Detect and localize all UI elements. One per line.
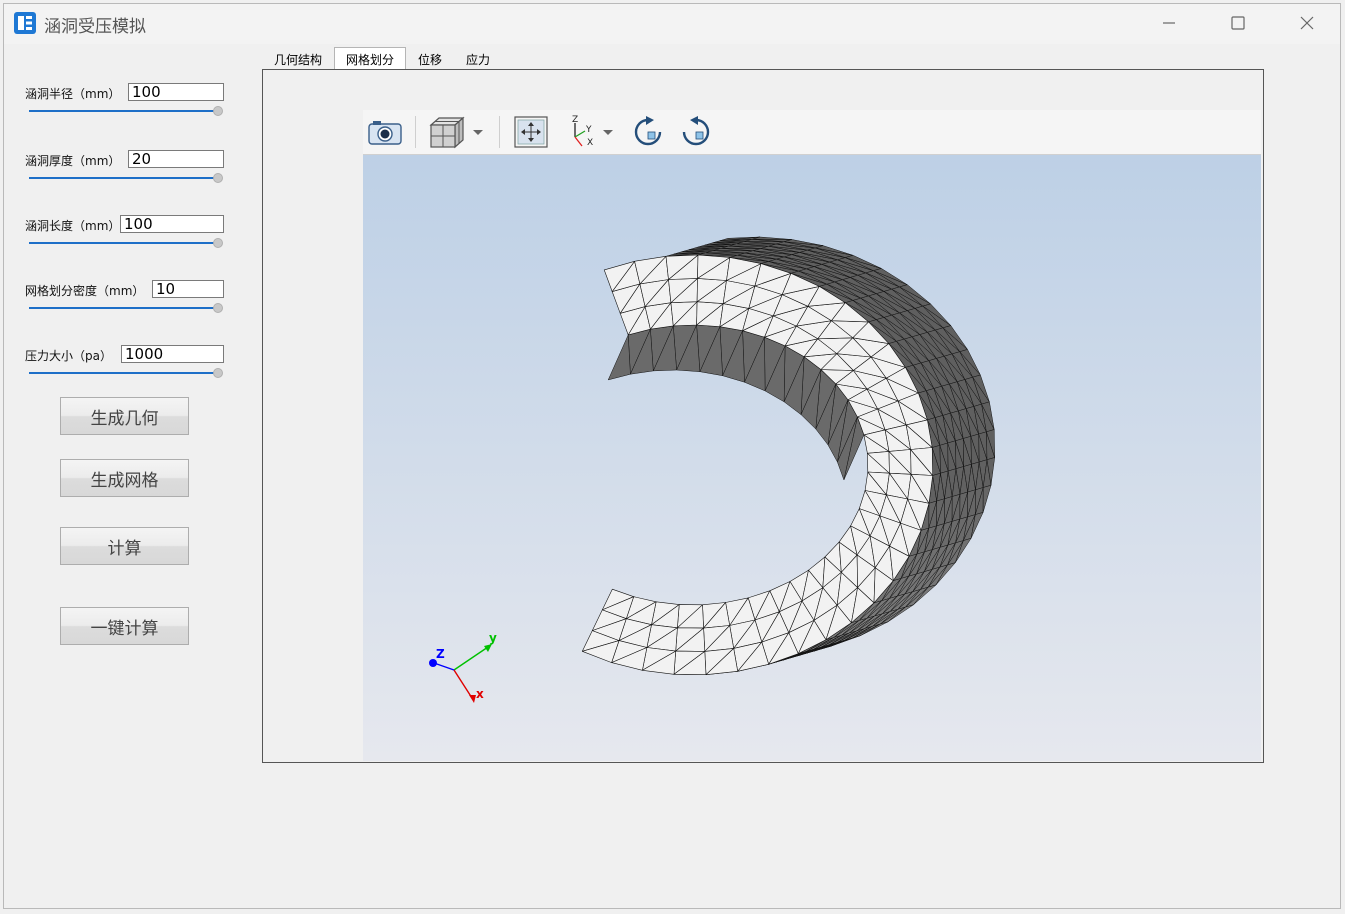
dropdown-arrow-icon[interactable] [471,127,485,137]
maximize-icon [1231,16,1245,30]
app-window: 涵洞受压模拟 涵洞半径（mm） 涵洞厚度（mm） 涵洞长度（mm） 网格划分密度… [3,3,1341,909]
dropdown-arrow-icon[interactable] [601,127,615,137]
tab-stress[interactable]: 应力 [456,49,500,70]
rotate-cw-button[interactable] [631,116,665,148]
thickness-slider[interactable] [29,173,224,183]
maximize-button[interactable] [1204,4,1272,42]
axes-orientation-icon: Z Y X [572,115,593,148]
mesh-density-input[interactable] [152,280,224,298]
generate-mesh-button[interactable]: 生成网格 [60,459,189,497]
screenshot-button[interactable] [367,116,403,148]
radius-slider[interactable] [29,106,224,116]
length-label: 涵洞长度（mm） [25,219,121,233]
close-icon [1300,16,1314,30]
app-icon [14,12,36,34]
axes-x-letter: X [587,138,593,148]
tab-displacement[interactable]: 位移 [408,49,452,70]
fit-view-icon [514,116,548,148]
one-click-compute-button[interactable]: 一键计算 [60,607,189,645]
minimize-button[interactable] [1135,4,1203,42]
close-button[interactable] [1273,4,1341,42]
axes-view-button[interactable]: Z Y X [565,115,615,148]
view-panel: Z Y X Z y x [262,69,1264,763]
title-bar[interactable]: 涵洞受压模拟 [4,4,1340,44]
tab-geometry[interactable]: 几何结构 [264,49,332,70]
triad-y-label: y [489,631,497,645]
pressure-label: 压力大小（pa） [25,349,112,363]
pressure-input[interactable] [121,345,224,363]
axes-y-letter: Y [585,125,592,135]
rotate-ccw-button[interactable] [679,116,713,148]
mesh-density-slider[interactable] [29,303,224,313]
camera-icon [368,121,402,145]
slider-thumb[interactable] [213,238,223,248]
length-input[interactable] [120,215,224,233]
slider-thumb[interactable] [213,303,223,313]
pressure-slider[interactable] [29,368,224,378]
rotate-cw-icon [634,116,662,146]
window-title: 涵洞受压模拟 [44,17,146,37]
radius-label: 涵洞半径（mm） [25,87,121,101]
mesh-density-label: 网格划分密度（mm） [25,284,145,298]
slider-thumb[interactable] [213,106,223,116]
minimize-icon [1163,22,1175,24]
radius-input[interactable] [128,83,224,101]
fit-view-button[interactable] [513,116,549,148]
axes-triad: Z y x [429,631,497,703]
rotate-ccw-icon [682,116,710,146]
cube-view-icon [429,116,465,149]
compute-button[interactable]: 计算 [60,527,189,565]
thickness-label: 涵洞厚度（mm） [25,154,121,168]
slider-thumb[interactable] [213,173,223,183]
triad-z-label: Z [436,647,445,661]
mesh-viewport[interactable]: Z y x [363,155,1261,761]
tab-mesh[interactable]: 网格划分 [334,47,406,71]
view-mode-button[interactable] [427,116,485,149]
length-slider[interactable] [29,238,224,248]
generate-geometry-button[interactable]: 生成几何 [60,397,189,435]
axes-z-letter: Z [572,115,578,125]
triad-x-label: x [476,687,484,701]
viewer-toolbar: Z Y X [363,110,1261,155]
slider-thumb[interactable] [213,368,223,378]
thickness-input[interactable] [128,150,224,168]
